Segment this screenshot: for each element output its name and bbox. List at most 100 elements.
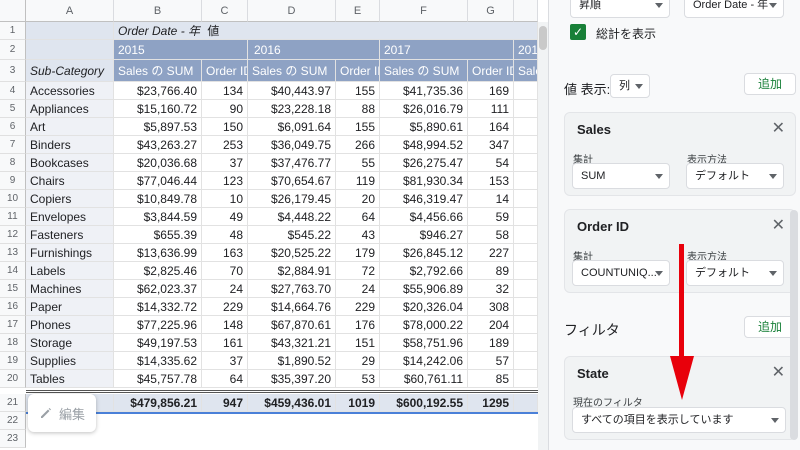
- value-cell-orderid-2017[interactable]: 189: [468, 334, 514, 352]
- subcategory-cell[interactable]: Labels: [26, 262, 114, 280]
- value-cell-sales-2017[interactable]: $48,994.52: [380, 136, 468, 154]
- value-cell-sales-2016[interactable]: $23,228.18: [248, 100, 336, 118]
- subcategory-cell[interactable]: Tables: [26, 370, 114, 388]
- value-cell-orderid-2017[interactable]: 347: [468, 136, 514, 154]
- value-cell-orderid-2015[interactable]: 48: [202, 226, 248, 244]
- column-header-g[interactable]: G: [468, 0, 514, 22]
- value-cell-orderid-2017[interactable]: 153: [468, 172, 514, 190]
- value-cell-orderid-2016[interactable]: 43: [336, 226, 380, 244]
- value-cell-orderid-2015[interactable]: 24: [202, 280, 248, 298]
- sort-order-dropdown[interactable]: 昇順: [570, 0, 670, 18]
- value-cell-sales-2018[interactable]: [514, 172, 538, 190]
- value-cell-sales-2017[interactable]: $81,930.34: [380, 172, 468, 190]
- value-cell-sales-2016[interactable]: $43,321.21: [248, 334, 336, 352]
- subcategory-cell[interactable]: Art: [26, 118, 114, 136]
- value-cell-sales-2015[interactable]: $43,263.27: [114, 136, 202, 154]
- row-header[interactable]: 10: [0, 190, 26, 208]
- value-cell-sales-2015[interactable]: $13,636.99: [114, 244, 202, 262]
- total-sales-2017[interactable]: $600,192.55: [380, 394, 468, 412]
- value-cell-sales-2017[interactable]: $26,016.79: [380, 100, 468, 118]
- value-cell-sales-2018[interactable]: [514, 316, 538, 334]
- value-cell-orderid-2015[interactable]: 70: [202, 262, 248, 280]
- value-cell-sales-2015[interactable]: $49,197.53: [114, 334, 202, 352]
- value-cell-orderid-2017[interactable]: 59: [468, 208, 514, 226]
- column-header-b[interactable]: B: [114, 0, 202, 22]
- value-cell-sales-2016[interactable]: $27,763.70: [248, 280, 336, 298]
- values-display-dropdown[interactable]: 列: [610, 74, 650, 98]
- subcategory-cell[interactable]: Storage: [26, 334, 114, 352]
- subcategory-cell[interactable]: Appliances: [26, 100, 114, 118]
- row-header[interactable]: 14: [0, 262, 26, 280]
- value-cell-orderid-2017[interactable]: 111: [468, 100, 514, 118]
- value-cell-orderid-2015[interactable]: 64: [202, 370, 248, 388]
- value-cell-sales-2015[interactable]: $2,825.46: [114, 262, 202, 280]
- show-totals-checkbox[interactable]: ✓: [570, 24, 586, 40]
- row-header[interactable]: 6: [0, 118, 26, 136]
- value-cell-sales-2016[interactable]: $40,443.97: [248, 82, 336, 100]
- value-cell-orderid-2017[interactable]: 169: [468, 82, 514, 100]
- value-cell-sales-2018[interactable]: [514, 262, 538, 280]
- subcategory-cell[interactable]: Supplies: [26, 352, 114, 370]
- close-icon[interactable]: ✕: [772, 118, 785, 138]
- value-cell-orderid-2015[interactable]: 161: [202, 334, 248, 352]
- edit-pivot-button[interactable]: 編集: [28, 394, 96, 432]
- value-cell-orderid-2016[interactable]: 155: [336, 118, 380, 136]
- value-cell-orderid-2015[interactable]: 134: [202, 82, 248, 100]
- value-cell-sales-2016[interactable]: $37,476.77: [248, 154, 336, 172]
- value-cell-sales-2016[interactable]: $4,448.22: [248, 208, 336, 226]
- panel-vertical-scrollbar[interactable]: [790, 210, 798, 440]
- total-sales-2018[interactable]: [514, 394, 538, 412]
- value-cell-sales-2017[interactable]: $20,326.04: [380, 298, 468, 316]
- subcategory-cell[interactable]: Chairs: [26, 172, 114, 190]
- value-cell-sales-2018[interactable]: [514, 352, 538, 370]
- value-cell-sales-2018[interactable]: [514, 82, 538, 100]
- row-header[interactable]: 8: [0, 154, 26, 172]
- value-cell-orderid-2016[interactable]: 119: [336, 172, 380, 190]
- value-cell-sales-2016[interactable]: $26,179.45: [248, 190, 336, 208]
- value-cell-orderid-2015[interactable]: 37: [202, 352, 248, 370]
- value-cell-sales-2017[interactable]: $58,751.96: [380, 334, 468, 352]
- value-cell-orderid-2017[interactable]: 54: [468, 154, 514, 172]
- value-cell-sales-2018[interactable]: [514, 154, 538, 172]
- value-cell-sales-2016[interactable]: $36,049.75: [248, 136, 336, 154]
- value-cell-orderid-2016[interactable]: 176: [336, 316, 380, 334]
- row-header[interactable]: 13: [0, 244, 26, 262]
- value-cell-sales-2018[interactable]: [514, 298, 538, 316]
- value-cell-orderid-2016[interactable]: 155: [336, 82, 380, 100]
- value-cell-sales-2016[interactable]: $67,870.61: [248, 316, 336, 334]
- value-cell-orderid-2016[interactable]: 20: [336, 190, 380, 208]
- row-header[interactable]: 5: [0, 100, 26, 118]
- row-header[interactable]: 20: [0, 370, 26, 388]
- row-header[interactable]: 2: [0, 40, 26, 60]
- total-orderid-2017[interactable]: 1295: [468, 394, 514, 412]
- value-cell-sales-2018[interactable]: [514, 334, 538, 352]
- row-header[interactable]: 23: [0, 430, 26, 448]
- value-cell-sales-2016[interactable]: $70,654.67: [248, 172, 336, 190]
- value-cell-orderid-2015[interactable]: 150: [202, 118, 248, 136]
- value-cell-sales-2015[interactable]: $62,023.37: [114, 280, 202, 298]
- value-cell-sales-2016[interactable]: $545.22: [248, 226, 336, 244]
- value-cell-sales-2018[interactable]: [514, 244, 538, 262]
- subcategory-cell[interactable]: Bookcases: [26, 154, 114, 172]
- value-cell-sales-2017[interactable]: $14,242.06: [380, 352, 468, 370]
- filter-status-dropdown[interactable]: すべての項目を表示しています: [572, 407, 786, 433]
- value-cell-orderid-2015[interactable]: 37: [202, 154, 248, 172]
- subcategory-cell[interactable]: Binders: [26, 136, 114, 154]
- value-cell-orderid-2016[interactable]: 24: [336, 280, 380, 298]
- add-filter-button[interactable]: 追加: [744, 316, 796, 338]
- row-header[interactable]: 21: [0, 394, 26, 412]
- row-header[interactable]: 3: [0, 60, 26, 82]
- value-cell-orderid-2017[interactable]: 14: [468, 190, 514, 208]
- value-cell-orderid-2015[interactable]: 163: [202, 244, 248, 262]
- value-cell-sales-2017[interactable]: $4,456.66: [380, 208, 468, 226]
- subcategory-cell[interactable]: Envelopes: [26, 208, 114, 226]
- close-icon[interactable]: ✕: [772, 215, 785, 235]
- row-header[interactable]: 12: [0, 226, 26, 244]
- value-cell-orderid-2017[interactable]: 32: [468, 280, 514, 298]
- value-cell-sales-2017[interactable]: $46,319.47: [380, 190, 468, 208]
- value-cell-orderid-2015[interactable]: 10: [202, 190, 248, 208]
- value-cell-sales-2017[interactable]: $60,761.11: [380, 370, 468, 388]
- value-cell-sales-2016[interactable]: $6,091.64: [248, 118, 336, 136]
- column-header-a[interactable]: A: [26, 0, 114, 22]
- value-cell-orderid-2017[interactable]: 204: [468, 316, 514, 334]
